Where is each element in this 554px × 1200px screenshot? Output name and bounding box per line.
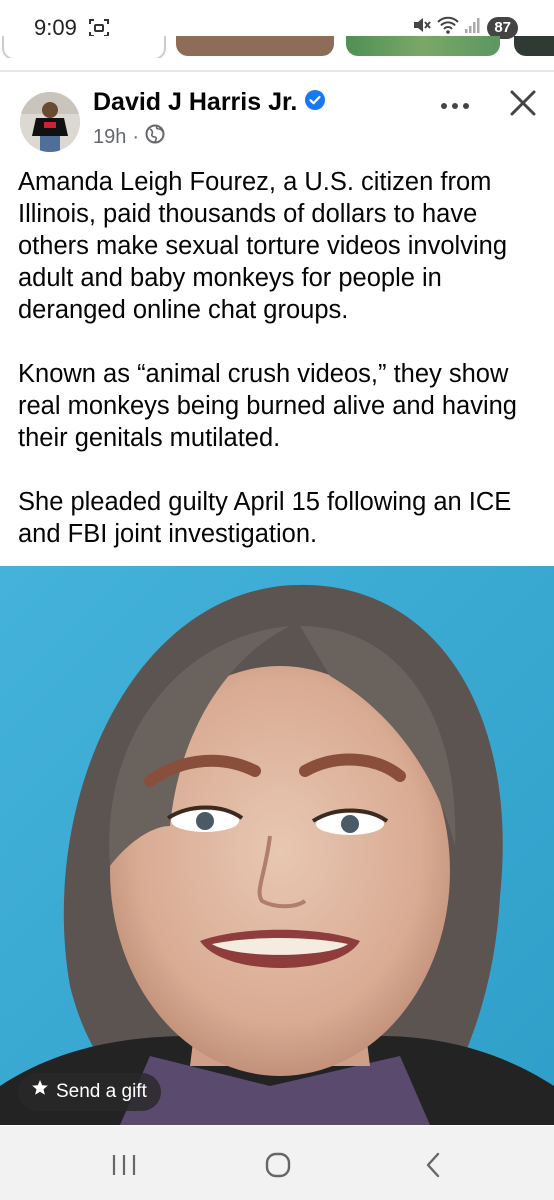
post-photo[interactable] <box>0 566 554 1125</box>
author-name[interactable]: David J Harris Jr. <box>93 88 297 117</box>
story-chip[interactable] <box>514 36 554 56</box>
system-nav-bar <box>0 1126 554 1200</box>
send-gift-label: Send a gift <box>56 1081 147 1102</box>
post-paragraph: She pleaded guilty April 15 following an… <box>18 488 512 548</box>
close-icon[interactable] <box>508 88 538 118</box>
globe-icon <box>145 124 165 150</box>
portrait-illustration <box>0 566 554 1125</box>
post-author[interactable]: David J Harris Jr. <box>93 88 326 117</box>
post-meta: 19h · <box>93 124 165 150</box>
story-chip[interactable] <box>176 36 334 56</box>
post-time[interactable]: 19h <box>93 126 126 149</box>
home-icon[interactable] <box>258 1150 298 1180</box>
post-paragraph: Known as “animal crush videos,” they sho… <box>18 360 517 452</box>
more-options-icon[interactable] <box>440 98 470 109</box>
story-chip[interactable] <box>346 36 500 56</box>
send-gift-button[interactable]: Send a gift <box>18 1073 161 1111</box>
divider <box>0 70 554 72</box>
recents-icon[interactable] <box>104 1150 144 1180</box>
back-icon[interactable] <box>414 1150 454 1180</box>
post-paragraph: Amanda Leigh Fourez, a U.S. citizen from… <box>18 168 507 324</box>
avatar[interactable] <box>20 92 80 152</box>
story-chip[interactable] <box>2 36 166 58</box>
verified-badge-icon <box>305 88 326 117</box>
story-chips <box>0 36 554 58</box>
gift-icon <box>30 1079 50 1105</box>
post-text: Amanda Leigh Fourez, a U.S. citizen from… <box>18 166 540 582</box>
meta-separator: · <box>132 125 140 148</box>
